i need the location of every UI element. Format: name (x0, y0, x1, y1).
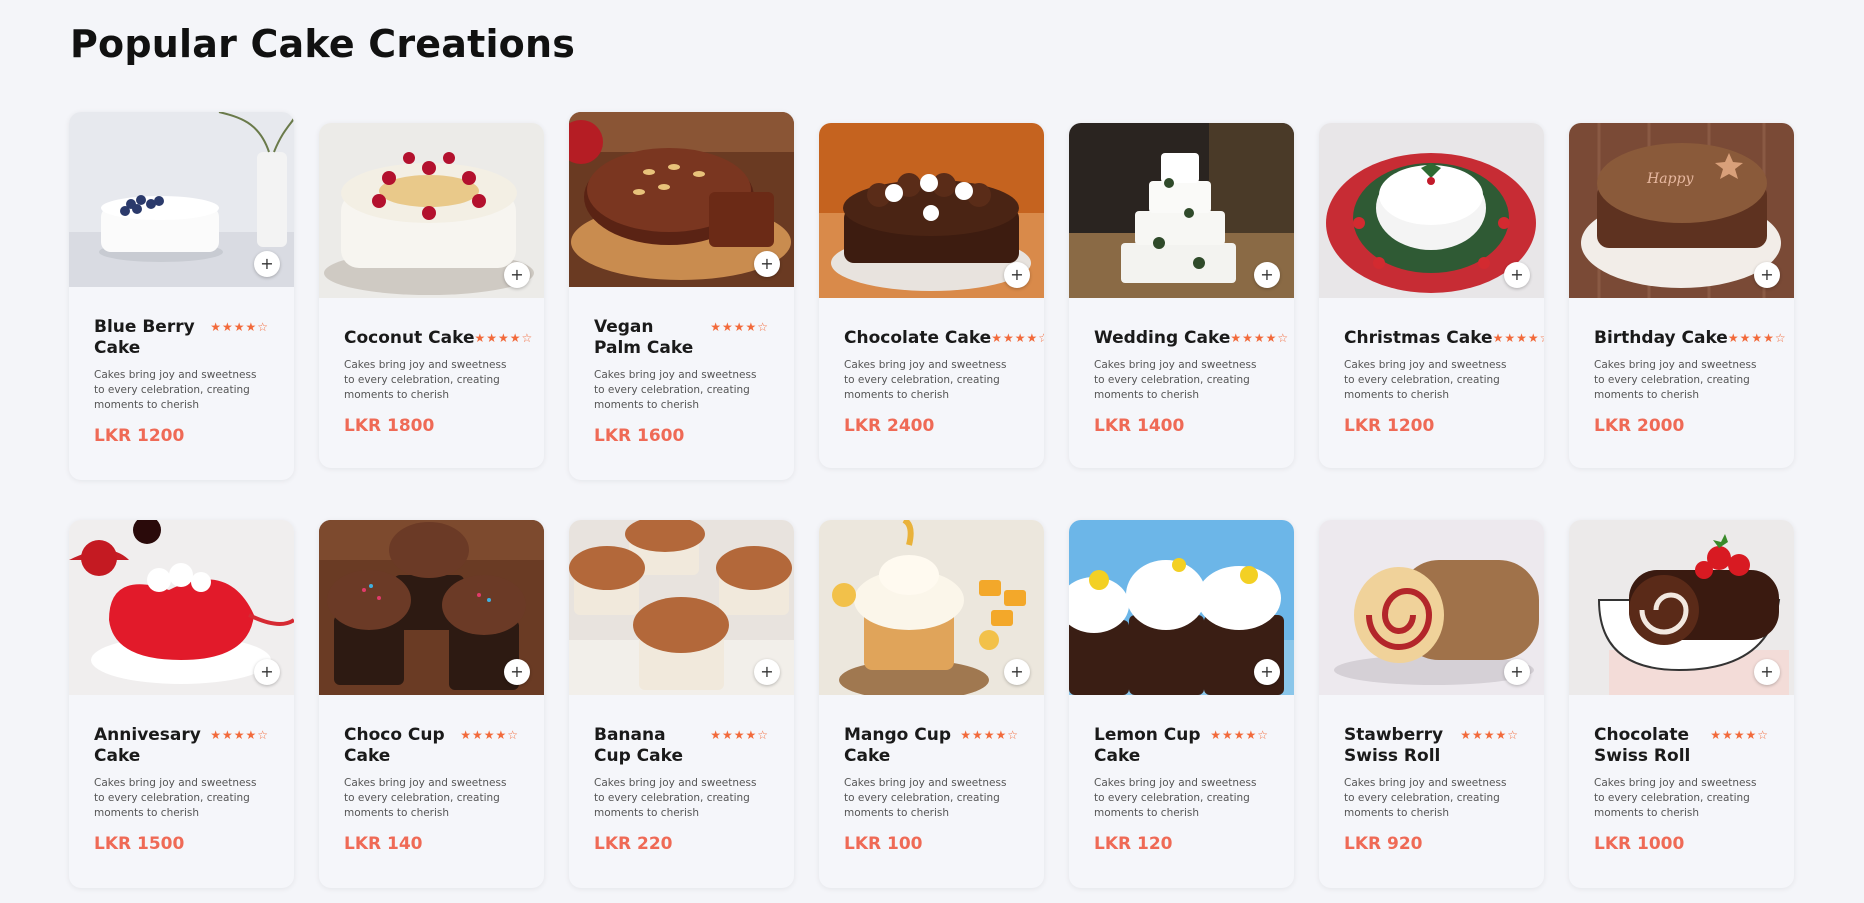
product-card-lemon-cup-cake[interactable]: + Lemon Cup Cake ★★★★☆ Cakes bring joy a… (1069, 520, 1294, 888)
plus-icon: + (510, 662, 524, 681)
add-to-cart-button[interactable]: + (1504, 659, 1530, 685)
product-card-mango-cup-cake[interactable]: + Mango Cup Cake ★★★★☆ Cakes bring joy a… (819, 520, 1044, 888)
product-row-2: + Annivesary Cake ★★★★☆ Cakes bring joy … (0, 0, 1864, 888)
product-name: Lemon Cup Cake (1094, 725, 1201, 766)
product-price: LKR 140 (344, 834, 423, 854)
product-description: Cakes bring joy and sweetness to every c… (344, 777, 507, 819)
product-card-banana-cup-cake[interactable]: + Banana Cup Cake ★★★★☆ Cakes bring joy … (569, 520, 794, 888)
product-image[interactable]: + (1569, 520, 1794, 695)
plus-icon: + (760, 662, 774, 681)
star-icon: ★★★★☆ (1710, 728, 1769, 742)
plus-icon: + (1510, 662, 1524, 681)
product-description: Cakes bring joy and sweetness to every c… (1344, 777, 1507, 819)
product-price: LKR 1000 (1594, 834, 1685, 854)
add-to-cart-button[interactable]: + (1254, 659, 1280, 685)
plus-icon: + (260, 662, 274, 681)
product-price: LKR 1200 (94, 426, 185, 446)
product-price: LKR 100 (844, 834, 923, 854)
add-to-cart-button[interactable]: + (504, 659, 530, 685)
star-icon: ★★★★☆ (710, 728, 769, 742)
plus-icon: + (1010, 662, 1024, 681)
add-to-cart-button[interactable]: + (1754, 659, 1780, 685)
product-card-chocolate-swiss-roll[interactable]: + Chocolate Swiss Roll ★★★★☆ Cakes bring… (1569, 520, 1794, 888)
product-price: LKR 120 (1094, 834, 1173, 854)
product-image[interactable]: + (819, 520, 1044, 695)
product-card-stawberry-swiss-roll[interactable]: + Stawberry Swiss Roll ★★★★☆ Cakes bring… (1319, 520, 1544, 888)
product-price: LKR 920 (1344, 834, 1423, 854)
star-icon: ★★★★☆ (1460, 728, 1519, 742)
product-description: Cakes bring joy and sweetness to every c… (594, 777, 757, 819)
product-card-choco-cup-cake[interactable]: + Choco Cup Cake ★★★★☆ Cakes bring joy a… (319, 520, 544, 888)
product-price: LKR 1600 (594, 426, 685, 446)
product-image[interactable]: + (319, 520, 544, 695)
star-icon: ★★★★☆ (1210, 728, 1269, 742)
add-to-cart-button[interactable]: + (754, 659, 780, 685)
add-to-cart-button[interactable]: + (1004, 659, 1030, 685)
product-name: Annivesary Cake (94, 725, 201, 766)
product-description: Cakes bring joy and sweetness to every c… (94, 777, 257, 819)
product-image[interactable]: + (1319, 520, 1544, 695)
product-price: LKR 1500 (94, 834, 185, 854)
star-icon: ★★★★☆ (210, 728, 269, 742)
product-description: Cakes bring joy and sweetness to every c… (844, 777, 1007, 819)
product-name: Banana Cup Cake (594, 725, 683, 766)
product-name: Chocolate Swiss Roll (1594, 725, 1691, 766)
product-image[interactable]: + (569, 520, 794, 695)
product-card-annivesary-cake[interactable]: + Annivesary Cake ★★★★☆ Cakes bring joy … (69, 520, 294, 888)
product-name: Stawberry Swiss Roll (1344, 725, 1444, 766)
star-icon: ★★★★☆ (960, 728, 1019, 742)
product-image[interactable]: + (69, 520, 294, 695)
star-icon: ★★★★☆ (460, 728, 519, 742)
add-to-cart-button[interactable]: + (254, 659, 280, 685)
product-price: LKR 220 (594, 834, 673, 854)
product-description: Cakes bring joy and sweetness to every c… (1594, 777, 1757, 819)
plus-icon: + (1760, 662, 1774, 681)
plus-icon: + (1260, 662, 1274, 681)
product-name: Mango Cup Cake (844, 725, 952, 766)
product-description: Cakes bring joy and sweetness to every c… (1094, 777, 1257, 819)
product-name: Choco Cup Cake (344, 725, 445, 766)
product-image[interactable]: + (1069, 520, 1294, 695)
